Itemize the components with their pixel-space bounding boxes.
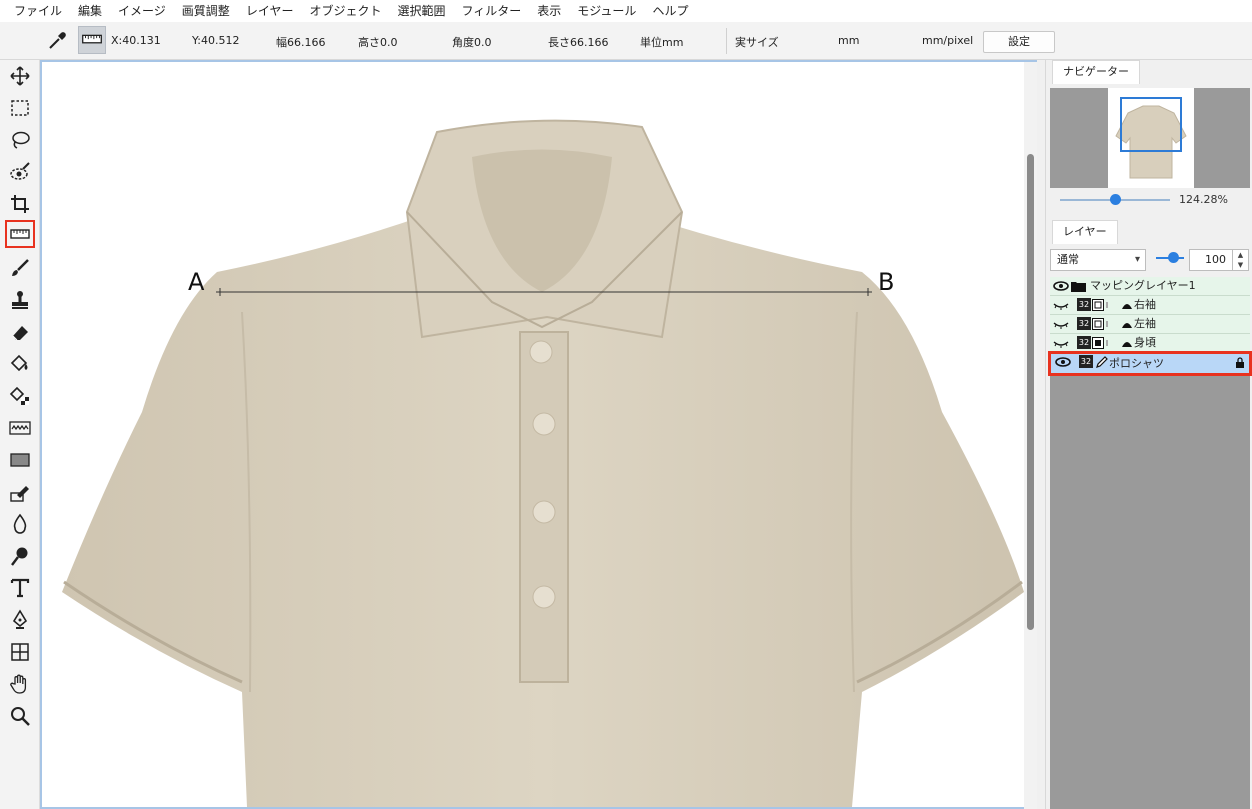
move-tool-icon[interactable] [5, 62, 35, 90]
ratio-unit: mm/pixel [922, 34, 974, 47]
menu-bar: ファイル 編集 イメージ 画質調整 レイヤー オブジェクト 選択範囲 フィルター… [0, 0, 1252, 22]
sleeve-icon [1122, 304, 1132, 309]
ruler-icon[interactable] [5, 220, 35, 248]
menu-layer[interactable]: レイヤー [238, 0, 302, 22]
eye-closed-icon[interactable] [1053, 298, 1069, 312]
eyedropper-icon[interactable] [46, 30, 68, 52]
canvas[interactable]: A B [40, 60, 1037, 809]
fill-pattern-icon[interactable] [5, 382, 35, 410]
eye-closed-icon[interactable] [1053, 336, 1069, 350]
drop-icon[interactable] [5, 510, 35, 538]
folder-icon [1071, 282, 1086, 292]
layer-name: 左袖 [1134, 317, 1156, 330]
hand-icon[interactable] [5, 670, 35, 698]
width-readout: 幅66.166 [276, 36, 326, 49]
menu-module[interactable]: モジュール [569, 0, 644, 22]
height-readout: 高さ0.0 [358, 36, 398, 49]
brush-icon[interactable] [5, 254, 35, 282]
tab-layers[interactable]: レイヤー [1052, 220, 1118, 244]
eraser-icon[interactable] [5, 318, 35, 346]
zoom-slider[interactable]: 124.28% [1050, 190, 1250, 210]
chevron-down-icon: ▾ [1134, 254, 1140, 265]
bit-depth-badge: 32 [1077, 336, 1091, 349]
layer-name: 身頃 [1134, 336, 1156, 349]
layer-row-mapping[interactable]: マッピングレイヤー1 [1050, 277, 1250, 296]
menu-object[interactable]: オブジェクト [301, 0, 389, 22]
text-icon[interactable] [5, 574, 35, 602]
layer-name: ポロシャツ [1109, 357, 1164, 370]
actual-size-label: 実サイズ [735, 36, 779, 49]
menu-help[interactable]: ヘルプ [644, 0, 696, 22]
menu-image[interactable]: イメージ [110, 0, 174, 22]
pen-edit-icon[interactable] [5, 478, 35, 506]
rectangle-icon[interactable] [5, 446, 35, 474]
menu-adjust[interactable]: 画質調整 [174, 0, 238, 22]
eye-icon[interactable] [1053, 279, 1069, 293]
mask-link-icon [1092, 337, 1108, 349]
settings-button[interactable]: 設定 [983, 31, 1055, 53]
menu-file[interactable]: ファイル [6, 0, 70, 22]
menu-filter[interactable]: フィルター [453, 0, 529, 22]
layer-row-right-sleeve[interactable]: 32 右袖 [1050, 296, 1250, 315]
eye-icon[interactable] [1055, 355, 1071, 369]
dodge-icon[interactable] [5, 542, 35, 570]
ruler-option-icon[interactable] [78, 26, 106, 54]
lasso-icon[interactable] [5, 126, 35, 154]
layer-list: マッピングレイヤー1 32 右袖 32 左袖 32 身頃 32 ポロシャツ [1048, 277, 1252, 809]
fill-icon[interactable] [5, 350, 35, 378]
opacity-spinner[interactable]: ▲ ▼ [1233, 249, 1249, 271]
option-divider [726, 28, 727, 54]
lock-icon[interactable] [1235, 357, 1245, 369]
bit-depth-badge: 32 [1077, 317, 1091, 330]
bit-depth-badge: 32 [1077, 298, 1091, 311]
angle-readout: 角度0.0 [452, 36, 492, 49]
canvas-scrollbar[interactable] [1024, 62, 1037, 809]
unit-readout: 単位mm [640, 36, 684, 49]
y-readout: Y:40.512 [192, 34, 240, 47]
measure-point-a: A [188, 268, 205, 296]
pencil-icon [1096, 356, 1108, 368]
menu-view[interactable]: 表示 [529, 0, 569, 22]
length-readout: 長さ66.166 [548, 36, 609, 49]
zoom-value: 124.28% [1179, 193, 1228, 206]
zoom-icon[interactable] [5, 702, 35, 730]
eye-select-icon[interactable] [5, 158, 35, 186]
bit-depth-badge: 32 [1079, 355, 1093, 368]
layer-row-polo-shirt[interactable]: 32 ポロシャツ [1048, 351, 1252, 376]
scrollbar-thumb[interactable] [1027, 154, 1034, 630]
mask-link-icon [1092, 299, 1108, 311]
navigator-view-rect[interactable] [1120, 97, 1182, 152]
polo-shirt-image [62, 119, 1024, 807]
layer-name: 右袖 [1134, 298, 1156, 311]
wave-icon[interactable] [5, 414, 35, 442]
menu-edit[interactable]: 編集 [70, 0, 110, 22]
tool-palette [0, 60, 40, 809]
grid-transform-icon[interactable] [5, 638, 35, 666]
eye-closed-icon[interactable] [1053, 317, 1069, 331]
blend-mode-select[interactable]: 通常 ▾ [1050, 249, 1146, 271]
opacity-knob[interactable] [1168, 252, 1179, 263]
tool-options-bar: X:40.131 Y:40.512 幅66.166 高さ0.0 角度0.0 長さ… [0, 22, 1252, 60]
navigator-preview[interactable] [1050, 88, 1250, 188]
sleeve-icon [1122, 342, 1132, 347]
tab-navigator[interactable]: ナビゲーター [1052, 60, 1140, 84]
actual-size-unit: mm [838, 34, 860, 47]
sleeve-icon [1122, 323, 1132, 328]
stamp-icon[interactable] [5, 286, 35, 314]
menu-select[interactable]: 選択範囲 [389, 0, 453, 22]
layer-row-left-sleeve[interactable]: 32 左袖 [1050, 315, 1250, 334]
measure-point-b: B [878, 268, 895, 296]
pen-tool-icon[interactable] [5, 606, 35, 634]
right-panel: ナビゲーター 124.28% レイヤー 通常 ▾ 100 ▲ ▼ マッピングレイヤー… [1045, 60, 1252, 809]
blend-mode-value: 通常 [1057, 253, 1079, 266]
layer-name: マッピングレイヤー1 [1090, 279, 1196, 292]
x-readout: X:40.131 [111, 34, 161, 47]
opacity-input[interactable]: 100 [1189, 249, 1233, 271]
rect-select-icon[interactable] [5, 94, 35, 122]
crop-icon[interactable] [5, 190, 35, 218]
mask-link-icon [1092, 318, 1108, 330]
zoom-knob[interactable] [1110, 194, 1121, 205]
